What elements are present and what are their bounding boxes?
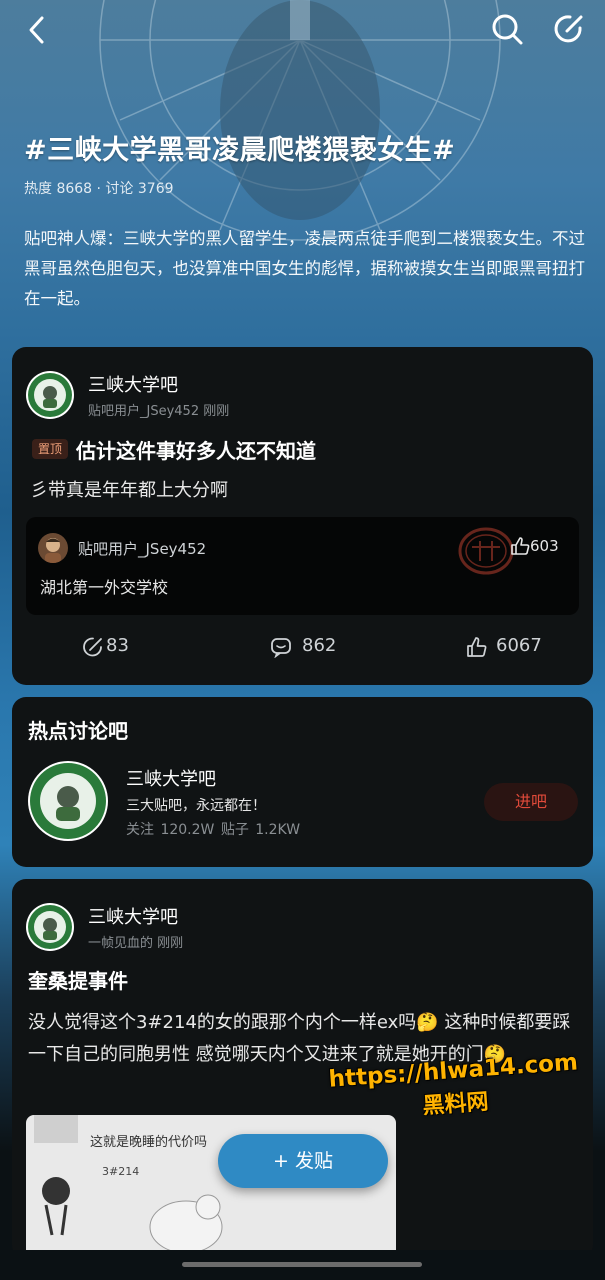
forum-name[interactable]: 三峡大学吧 <box>88 903 178 929</box>
share-icon[interactable] <box>82 636 104 658</box>
hot-comment[interactable]: 贴吧用户_JSey452 湖北第一外交学校 603 <box>26 517 579 615</box>
post-title[interactable]: 奎桑提事件 <box>28 965 128 994</box>
share-count[interactable]: 83 <box>106 635 129 656</box>
forum-name[interactable]: 三峡大学吧 <box>88 371 178 397</box>
post-meta: 一帧见血的 刚刚 <box>88 936 184 951</box>
comment-count[interactable]: 862 <box>302 635 336 656</box>
forum-avatar[interactable] <box>28 761 108 841</box>
comment-text: 湖北第一外交学校 <box>40 578 169 597</box>
hot-forum-card: 热点讨论吧 三峡大学吧 三大贴吧，永远都在！ 关注 120.2W 贴子 1.2K… <box>12 697 593 867</box>
forum-name[interactable]: 三峡大学吧 <box>126 765 216 791</box>
topic-page: #三峡大学黑哥凌晨爬楼猥亵女生# 热度 8668 · 讨论 3769 贴吧神人爆… <box>0 0 605 1280</box>
like-icon[interactable] <box>466 636 488 658</box>
forum-avatar[interactable] <box>26 371 74 419</box>
commenter-name[interactable]: 贴吧用户_JSey452 <box>78 538 206 559</box>
comment-like-icon[interactable] <box>510 536 530 556</box>
pinned-badge: 置顶 <box>32 439 69 459</box>
post-title[interactable]: 估计这件事好多人还不知道 <box>76 435 316 464</box>
comment-like-count[interactable]: 603 <box>530 537 559 555</box>
edit-icon[interactable] <box>550 10 588 48</box>
back-icon[interactable] <box>20 12 56 48</box>
section-title: 热点讨论吧 <box>28 719 128 743</box>
like-count[interactable]: 6067 <box>496 635 542 656</box>
forum-stats: 关注 120.2W 贴子 1.2KW <box>126 822 301 838</box>
comment-icon[interactable] <box>270 636 292 659</box>
post-meta: 贴吧用户_JSey452 刚刚 <box>88 404 230 419</box>
new-post-button[interactable]: + 发贴 <box>218 1134 388 1188</box>
post-body[interactable]: 彡带真是年年都上大分啊 <box>30 475 228 507</box>
commenter-avatar[interactable] <box>38 533 68 563</box>
topic-description: 贴吧神人爆：三峡大学的黑人留学生，凌晨两点徒手爬到二楼猥亵女生。不过黑哥虽然色胆… <box>24 229 585 308</box>
forum-slogan: 三大贴吧，永远都在！ <box>126 798 266 814</box>
top-bar <box>0 0 605 64</box>
search-icon[interactable] <box>488 10 526 48</box>
enter-forum-button[interactable]: 进吧 <box>484 783 578 821</box>
forum-avatar[interactable] <box>26 903 74 951</box>
post-card[interactable]: 三峡大学吧 贴吧用户_JSey452 刚刚 置顶 估计这件事好多人还不知道 彡带… <box>12 347 593 685</box>
topic-title: #三峡大学黑哥凌晨爬楼猥亵女生# <box>24 135 456 166</box>
home-indicator[interactable] <box>182 1262 422 1267</box>
topic-stats: 热度 8668 · 讨论 3769 <box>24 181 174 197</box>
